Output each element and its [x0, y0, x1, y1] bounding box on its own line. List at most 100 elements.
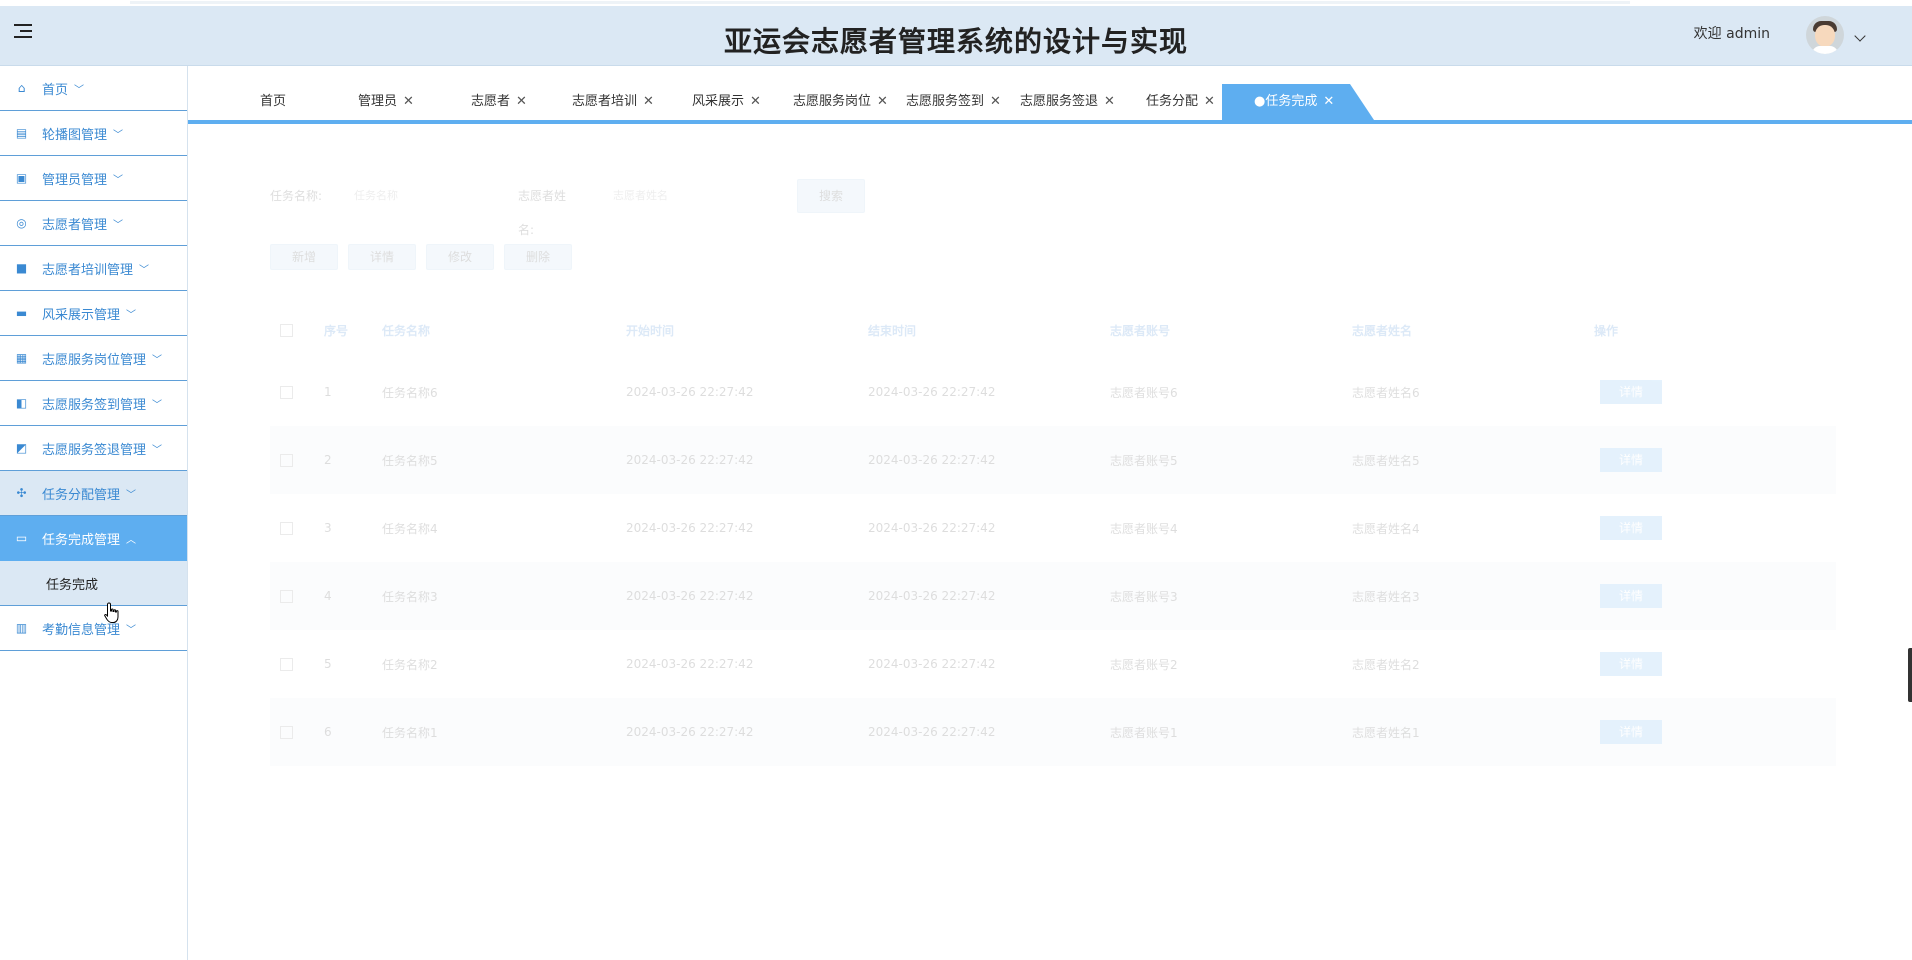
- sidebar-item-training[interactable]: ■ 志愿者培训管理 ﹀: [0, 246, 187, 291]
- badge-icon: ◎: [16, 216, 27, 230]
- table-row: 2 任务名称5 2024-03-26 22:27:42 2024-03-26 2…: [270, 426, 1836, 494]
- close-icon[interactable]: ✕: [1323, 94, 1334, 109]
- carousel-icon: ▤: [15, 126, 28, 140]
- cell-end-time: 2024-03-26 22:27:42: [868, 657, 996, 671]
- table-row: 4 任务名称3 2024-03-26 22:27:42 2024-03-26 2…: [270, 562, 1836, 630]
- tab-signout[interactable]: 志愿服务签退 ✕: [1020, 84, 1115, 120]
- header-index[interactable]: 序号: [324, 322, 348, 339]
- cell-index: 6: [324, 725, 332, 739]
- sidebar-item-post[interactable]: ▦ 志愿服务岗位管理 ﹀: [0, 336, 187, 381]
- close-icon[interactable]: ✕: [516, 94, 527, 109]
- header-name[interactable]: 志愿者姓名: [1352, 322, 1412, 339]
- sidebar-item-signout[interactable]: ◩ 志愿服务签退管理 ﹀: [0, 426, 187, 471]
- chevron-down-icon: ﹀: [152, 444, 163, 456]
- table-row: 6 任务名称1 2024-03-26 22:27:42 2024-03-26 2…: [270, 698, 1836, 766]
- sidebar-item-task-assign[interactable]: ✣ 任务分配管理 ﹀: [0, 471, 187, 516]
- detail-button[interactable]: 详情: [348, 244, 416, 270]
- close-icon[interactable]: ✕: [403, 94, 414, 109]
- tab-showcase[interactable]: 风采展示 ✕: [692, 84, 761, 120]
- cell-end-time: 2024-03-26 22:27:42: [868, 453, 996, 467]
- delete-button[interactable]: 删除: [504, 244, 572, 270]
- tab-signin[interactable]: 志愿服务签到 ✕: [906, 84, 1001, 120]
- chevron-down-icon: ﹀: [139, 264, 150, 276]
- signout-icon: ◩: [15, 441, 28, 455]
- search-button[interactable]: 搜索: [797, 179, 865, 213]
- scrollbar-handle[interactable]: [1908, 648, 1912, 702]
- tab-bar: 首页 管理员 ✕ 志愿者 ✕ 志愿者培训 ✕ 风采展示 ✕ 志愿服务岗位 ✕ 志愿服务签到…: [188, 84, 1912, 120]
- row-checkbox[interactable]: [280, 657, 293, 671]
- header-start-time[interactable]: 开始时间: [626, 322, 674, 339]
- chevron-down-icon: ﹀: [113, 219, 124, 231]
- header-account[interactable]: 志愿者账号: [1110, 322, 1170, 339]
- sidebar-item-label: 志愿者培训管理: [42, 262, 134, 278]
- chevron-down-icon: ﹀: [152, 354, 163, 366]
- volunteer-name-input[interactable]: 志愿者姓名: [613, 187, 668, 203]
- close-icon[interactable]: ✕: [750, 94, 761, 109]
- row-detail-button[interactable]: 详情: [1600, 516, 1662, 540]
- cell-name: 志愿者姓名5: [1352, 453, 1420, 468]
- chevron-up-icon: ︿: [126, 534, 137, 546]
- sidebar-item-home[interactable]: ⌂ 首页 ﹀: [0, 66, 187, 111]
- close-icon[interactable]: ✕: [1204, 94, 1215, 109]
- row-checkbox[interactable]: [280, 725, 293, 739]
- cell-account: 志愿者账号6: [1110, 385, 1178, 400]
- cell-task-name: 任务名称2: [382, 657, 438, 672]
- row-detail-button[interactable]: 详情: [1600, 720, 1662, 744]
- avatar[interactable]: [1806, 16, 1844, 54]
- row-checkbox[interactable]: [280, 521, 293, 535]
- home-icon: ⌂: [17, 81, 26, 95]
- apps-icon: ✣: [16, 486, 27, 500]
- sidebar-item-admin[interactable]: ▣ 管理员管理 ﹀: [0, 156, 187, 201]
- sidebar-item-task-complete[interactable]: ▭ 任务完成管理 ︿: [0, 516, 187, 561]
- tab-task-complete[interactable]: ●任务完成 ✕: [1254, 84, 1334, 120]
- row-detail-button[interactable]: 详情: [1600, 584, 1662, 608]
- cell-index: 5: [324, 657, 332, 671]
- tab-task-assign[interactable]: 任务分配 ✕: [1146, 84, 1215, 120]
- chevron-down-icon: ﹀: [126, 489, 137, 501]
- chevron-down-icon: ﹀: [113, 174, 124, 186]
- panel-icon: ◧: [15, 396, 28, 410]
- edit-button[interactable]: 修改: [426, 244, 494, 270]
- row-checkbox[interactable]: [280, 453, 293, 467]
- close-icon[interactable]: ✕: [1104, 94, 1115, 109]
- cell-name: 志愿者姓名4: [1352, 521, 1420, 536]
- table-row: 1 任务名称6 2024-03-26 22:27:42 2024-03-26 2…: [270, 358, 1836, 426]
- select-all-checkbox[interactable]: [280, 323, 293, 337]
- row-checkbox[interactable]: [280, 589, 293, 603]
- sidebar-item-label: 管理员管理: [42, 172, 108, 188]
- sidebar-item-carousel[interactable]: ▤ 轮播图管理 ﹀: [0, 111, 187, 156]
- add-button[interactable]: 新增: [270, 244, 338, 270]
- tab-post[interactable]: 志愿服务岗位 ✕: [793, 84, 888, 120]
- task-name-input[interactable]: 任务名称: [354, 187, 398, 203]
- row-detail-button[interactable]: 详情: [1600, 652, 1662, 676]
- cell-task-name: 任务名称3: [382, 589, 438, 604]
- sidebar-item-label: 志愿服务岗位管理: [42, 352, 147, 368]
- header-task-name[interactable]: 任务名称: [382, 322, 430, 339]
- cell-task-name: 任务名称4: [382, 521, 438, 536]
- close-icon[interactable]: ✕: [990, 94, 1001, 109]
- cell-name: 志愿者姓名2: [1352, 657, 1420, 672]
- sidebar-item-label: 轮播图管理: [42, 127, 108, 143]
- tab-admin[interactable]: 管理员 ✕: [358, 84, 414, 120]
- sidebar-item-attendance[interactable]: ▥ 考勤信息管理 ﹀: [0, 606, 187, 651]
- chevron-down-icon: ﹀: [126, 309, 137, 321]
- sidebar-item-label: 首页: [42, 82, 69, 98]
- cell-name: 志愿者姓名3: [1352, 589, 1420, 604]
- close-icon[interactable]: ✕: [643, 94, 654, 109]
- sidebar-item-label: 风采展示管理: [42, 307, 121, 323]
- close-icon[interactable]: ✕: [877, 94, 888, 109]
- row-checkbox[interactable]: [280, 385, 293, 399]
- cell-start-time: 2024-03-26 22:27:42: [626, 725, 754, 739]
- header-end-time[interactable]: 结束时间: [868, 322, 916, 339]
- cell-end-time: 2024-03-26 22:27:42: [868, 521, 996, 535]
- sidebar-item-signin[interactable]: ◧ 志愿服务签到管理 ﹀: [0, 381, 187, 426]
- task-table: 序号 任务名称 开始时间 结束时间 志愿者账号 志愿者姓名 操作 1 任务名称6…: [270, 302, 1836, 766]
- tab-training[interactable]: 志愿者培训 ✕: [572, 84, 654, 120]
- sidebar-item-volunteer[interactable]: ◎ 志愿者管理 ﹀: [0, 201, 187, 246]
- sidebar-item-showcase[interactable]: ▬ 风采展示管理 ﹀: [0, 291, 187, 336]
- tab-volunteer[interactable]: 志愿者 ✕: [471, 84, 527, 120]
- submenu-item-task-complete[interactable]: 任务完成: [0, 561, 187, 606]
- row-detail-button[interactable]: 详情: [1600, 380, 1662, 404]
- row-detail-button[interactable]: 详情: [1600, 448, 1662, 472]
- tab-home[interactable]: 首页: [260, 84, 286, 120]
